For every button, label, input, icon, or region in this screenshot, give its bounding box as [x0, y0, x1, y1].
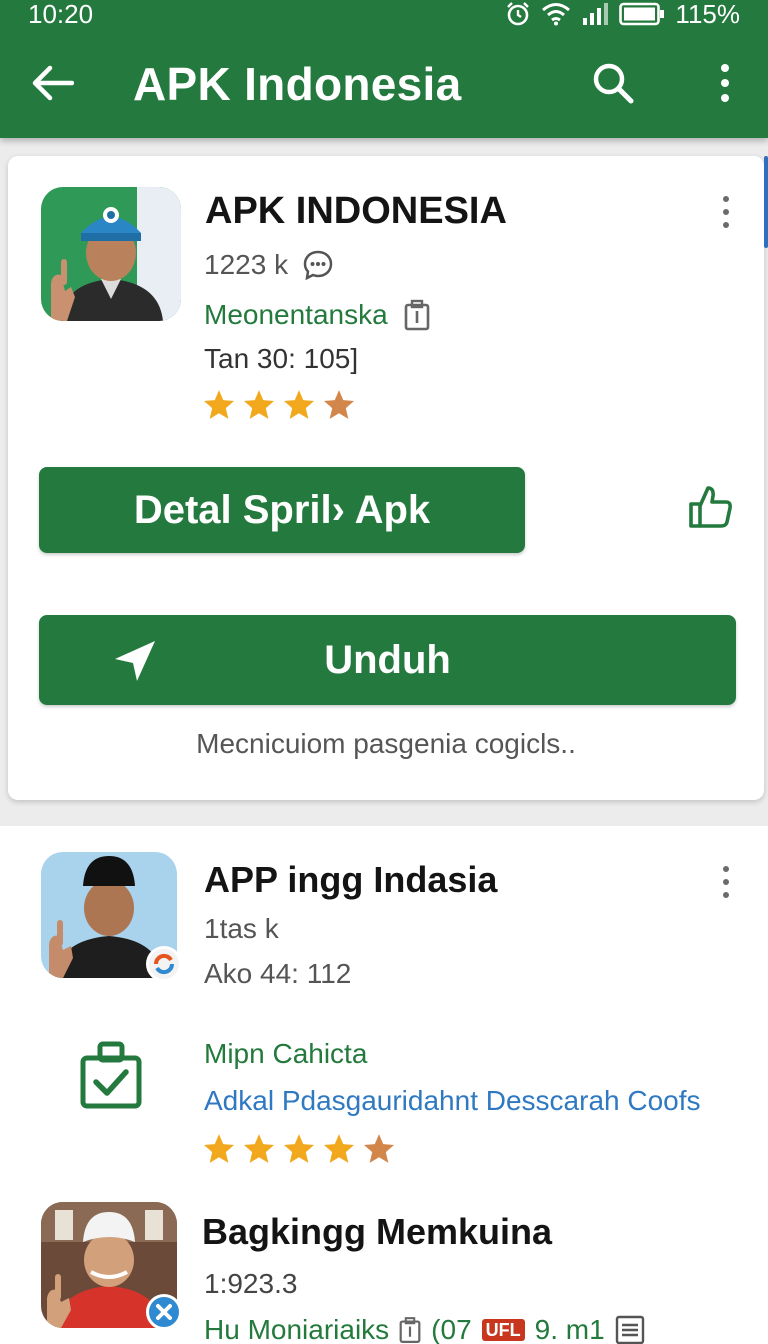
- download-button[interactable]: Unduh: [39, 615, 736, 705]
- app-icon-avatar: [41, 187, 181, 321]
- verified-package-icon: [80, 1041, 142, 1109]
- card-footer-text: Mecnicuiom pasgenia cogicls..: [196, 728, 576, 759]
- status-icons: 115%: [505, 0, 740, 28]
- comment-icon: [303, 250, 333, 281]
- app-title: APK INDONESIA: [205, 190, 507, 232]
- developer-name[interactable]: Mipn Cahicta: [204, 1038, 367, 1070]
- app-title: APP ingg Indasia: [204, 859, 498, 900]
- rating-stars: [202, 1132, 396, 1166]
- search-icon: [593, 63, 634, 104]
- wifi-icon: [542, 3, 571, 26]
- signal-icon: [583, 3, 609, 25]
- extra-info-suffix: 9. m1: [534, 1314, 605, 1344]
- alarm-icon: [507, 2, 530, 26]
- like-button[interactable]: [682, 478, 738, 534]
- download-count: 1tas k: [204, 913, 279, 944]
- download-count: 1223 k: [204, 249, 334, 281]
- more-vert-icon: [721, 64, 729, 102]
- rating-stars: [202, 388, 356, 422]
- star-icon: [323, 1134, 355, 1163]
- overflow-menu-button[interactable]: [702, 58, 748, 108]
- release-date: Tan 30: 105]: [204, 343, 359, 374]
- star-icon: [243, 1134, 275, 1163]
- release-date: Ako 44: 112: [204, 958, 352, 989]
- back-arrow-icon: [32, 65, 74, 101]
- developer-name[interactable]: Hu Moniariaiks: [204, 1314, 389, 1344]
- card-overflow-button[interactable]: [714, 192, 738, 232]
- download-button-label: Unduh: [324, 638, 451, 682]
- app-description-link[interactable]: Adkal Pdasgauridahnt Desscarah Coofs: [204, 1085, 701, 1117]
- status-time: 10:20: [28, 0, 94, 29]
- developer-name[interactable]: Meonentanska: [204, 299, 388, 331]
- star-icon: [283, 390, 315, 419]
- list-icon: [615, 1315, 644, 1344]
- star-icon: [323, 390, 355, 419]
- extra-info-prefix: (07: [431, 1314, 472, 1344]
- app-bar: 10:20 115% APK Indonesia: [0, 0, 768, 138]
- featured-app-card[interactable]: APK INDONESIA 1223 k Meonentanska Tan 30…: [8, 156, 764, 800]
- download-count: 1:923.3: [204, 1268, 298, 1299]
- thumbs-up-icon: [689, 486, 732, 528]
- star-icon: [203, 390, 235, 419]
- status-bar: 10:20 115%: [0, 0, 768, 30]
- developer-line: Hu Moniariaiks (07 UFL 9. m1: [204, 1314, 645, 1344]
- status-tag: UFL: [481, 1319, 525, 1341]
- page-title: APK Indonesia: [133, 58, 462, 110]
- star-icon: [243, 390, 275, 419]
- download-count-text: 1223 k: [204, 249, 289, 280]
- star-icon: [283, 1134, 315, 1163]
- star-icon: [363, 1134, 395, 1163]
- back-button[interactable]: [28, 58, 78, 108]
- update-badge: [146, 946, 182, 982]
- search-button[interactable]: [588, 58, 638, 108]
- scroll-indicator: [764, 156, 768, 248]
- battery-icon: [619, 2, 665, 26]
- package-icon: [404, 299, 429, 331]
- star-icon: [203, 1134, 235, 1163]
- app-title: Bagkingg Memkuina: [202, 1211, 553, 1252]
- tools-badge: [146, 1294, 182, 1330]
- battery-level: 115%: [675, 0, 740, 29]
- app-list: APP ingg Indasia 1tas k Ako 44: 112 Mipn…: [0, 826, 768, 1344]
- item-overflow-button[interactable]: [714, 862, 738, 902]
- detail-apk-button[interactable]: Detal Spril› Apk: [39, 467, 525, 553]
- package-icon: [399, 1317, 421, 1343]
- developer-line: Meonentanska: [204, 299, 430, 331]
